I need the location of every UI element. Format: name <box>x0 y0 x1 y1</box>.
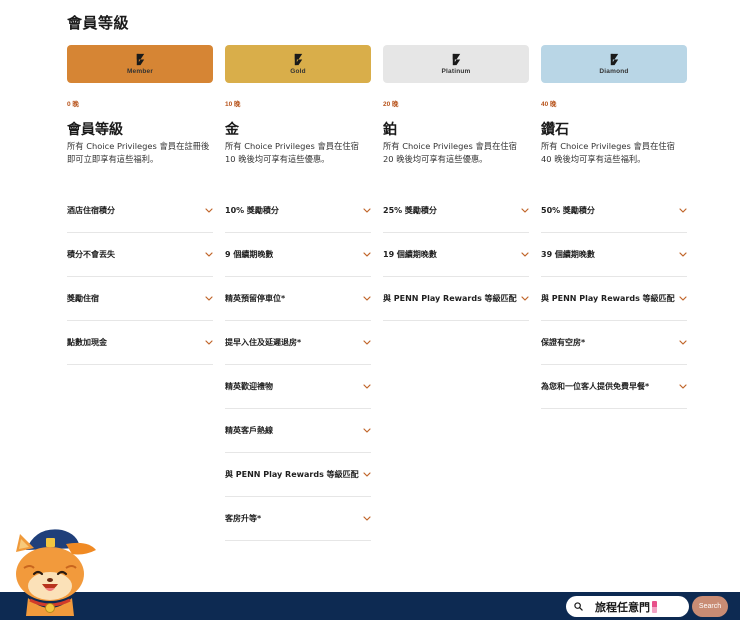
benefit-label: 與 PENN Play Rewards 等級匹配 <box>383 294 517 303</box>
chevron-down-icon <box>679 384 687 389</box>
benefit-accordion-item[interactable]: 與 PENN Play Rewards 等級匹配 <box>383 277 529 321</box>
tier-card-label: Platinum <box>441 68 471 75</box>
chevron-down-icon <box>363 340 371 345</box>
benefit-accordion-item[interactable]: 獎勵住宿 <box>67 277 213 321</box>
benefit-label: 保證有空房* <box>541 338 586 347</box>
benefit-list: 25% 獎勵積分 19 個續期晚數 與 PENN Play Rewards 等級… <box>383 189 529 321</box>
chevron-down-icon <box>205 208 213 213</box>
chevron-down-icon <box>363 428 371 433</box>
benefit-accordion-item[interactable]: 酒店住宿積分 <box>67 189 213 233</box>
benefit-label: 提早入住及延遲退房* <box>225 338 302 347</box>
chevron-down-icon <box>363 516 371 521</box>
benefit-accordion-item[interactable]: 9 個續期晚數 <box>225 233 371 277</box>
benefit-accordion-item[interactable]: 與 PENN Play Rewards 等級匹配 <box>225 453 371 497</box>
chevron-down-icon <box>679 208 687 213</box>
benefit-label: 精英客戶熱線 <box>225 426 273 435</box>
search-button[interactable]: Search <box>692 596 728 617</box>
cat-mascot-icon[interactable] <box>6 520 100 616</box>
benefit-label: 25% 獎勵積分 <box>383 206 437 215</box>
tier-nights: 20 晚 <box>383 101 399 108</box>
tier-card: Platinum <box>383 45 529 83</box>
benefit-label: 酒店住宿積分 <box>67 206 115 215</box>
benefit-accordion-item[interactable]: 精英客戶熱線 <box>225 409 371 453</box>
benefit-accordion-item[interactable]: 25% 獎勵積分 <box>383 189 529 233</box>
benefit-accordion-item[interactable]: 10% 獎勵積分 <box>225 189 371 233</box>
benefit-accordion-item[interactable]: 19 個續期晚數 <box>383 233 529 277</box>
chevron-down-icon <box>205 296 213 301</box>
benefit-label: 精英歡迎禮物 <box>225 382 273 391</box>
benefit-list: 酒店住宿積分 積分不會丟失 獎勵住宿 點數加現金 <box>67 189 213 365</box>
chevron-down-icon <box>363 208 371 213</box>
tier-card: Gold <box>225 45 371 83</box>
search-input[interactable]: 旅程任意門 <box>566 596 689 617</box>
choice-logo-icon <box>294 53 302 66</box>
page-title: 會員等級 <box>67 14 130 32</box>
chevron-down-icon <box>521 252 529 257</box>
chevron-down-icon <box>363 252 371 257</box>
benefit-label: 9 個續期晚數 <box>225 250 274 259</box>
benefit-label: 積分不會丟失 <box>67 250 115 259</box>
benefit-accordion-item[interactable]: 客房升等* <box>225 497 371 541</box>
tier-card: Diamond <box>541 45 687 83</box>
tier-card-label: Gold <box>290 68 306 75</box>
benefit-label: 客房升等* <box>225 514 262 523</box>
benefit-accordion-item[interactable]: 提早入住及延遲退房* <box>225 321 371 365</box>
tier-heading: 會員等級 <box>67 122 123 138</box>
tier-heading: 金 <box>225 122 239 138</box>
chevron-down-icon <box>363 472 371 477</box>
tier-heading: 鉑 <box>383 122 397 138</box>
chevron-down-icon <box>679 340 687 345</box>
tier-heading: 鑽石 <box>541 122 569 138</box>
tier-description: 所有 Choice Privileges 會員在住宿 40 晚後均可享有這些福利… <box>541 141 675 164</box>
benefit-label: 與 PENN Play Rewards 等級匹配 <box>541 294 675 303</box>
tier-nights: 0 晚 <box>67 101 79 108</box>
tier-nights: 10 晚 <box>225 101 241 108</box>
tier-column: Platinum 20 晚 鉑 所有 Choice Privileges 會員在… <box>383 45 529 321</box>
tier-column: Gold 10 晚 金 所有 Choice Privileges 會員在住宿 1… <box>225 45 371 541</box>
search-icon <box>574 602 583 611</box>
benefit-list: 50% 獎勵積分 39 個續期晚數 與 PENN Play Rewards 等級… <box>541 189 687 409</box>
benefit-label: 獎勵住宿 <box>67 294 99 303</box>
choice-logo-icon <box>452 53 460 66</box>
chevron-down-icon <box>363 384 371 389</box>
tier-description: 所有 Choice Privileges 會員在住宿 10 晚後均可享有這些優惠… <box>225 141 359 164</box>
benefit-accordion-item[interactable]: 點數加現金 <box>67 321 213 365</box>
benefit-accordion-item[interactable]: 為您和一位客人提供免費早餐* <box>541 365 687 409</box>
search-text: 旅程任意門 <box>595 600 650 614</box>
benefit-accordion-item[interactable]: 保證有空房* <box>541 321 687 365</box>
tier-column: Diamond 40 晚 鑽石 所有 Choice Privileges 會員在… <box>541 45 687 409</box>
benefit-list: 10% 獎勵積分 9 個續期晚數 精英預留停車位* 提早入住及延遲退房* 精英歡… <box>225 189 371 541</box>
choice-logo-icon <box>610 53 618 66</box>
benefit-accordion-item[interactable]: 精英歡迎禮物 <box>225 365 371 409</box>
chevron-down-icon <box>363 296 371 301</box>
benefit-accordion-item[interactable]: 與 PENN Play Rewards 等級匹配 <box>541 277 687 321</box>
choice-logo-icon <box>136 53 144 66</box>
tier-card: Member <box>67 45 213 83</box>
chevron-down-icon <box>521 208 529 213</box>
flag-icon <box>652 600 657 613</box>
benefit-label: 點數加現金 <box>67 338 107 347</box>
benefit-label: 10% 獎勵積分 <box>225 206 279 215</box>
benefit-label: 50% 獎勵積分 <box>541 206 595 215</box>
tier-nights: 40 晚 <box>541 101 557 108</box>
benefit-label: 為您和一位客人提供免費早餐* <box>541 382 650 391</box>
benefit-accordion-item[interactable]: 精英預留停車位* <box>225 277 371 321</box>
tier-card-label: Member <box>126 68 154 75</box>
chevron-down-icon <box>205 340 213 345</box>
benefit-label: 19 個續期晚數 <box>383 250 437 259</box>
chevron-down-icon <box>521 296 529 301</box>
tier-card-label: Diamond <box>599 68 629 75</box>
benefit-label: 與 PENN Play Rewards 等級匹配 <box>225 470 359 479</box>
benefit-label: 精英預留停車位* <box>225 294 286 303</box>
chevron-down-icon <box>679 252 687 257</box>
tier-description: 所有 Choice Privileges 會員在住宿 20 晚後均可享有這些優惠… <box>383 141 517 164</box>
benefit-accordion-item[interactable]: 積分不會丟失 <box>67 233 213 277</box>
tier-column: Member 0 晚 會員等級 所有 Choice Privileges 會員在… <box>67 45 213 365</box>
chevron-down-icon <box>679 296 687 301</box>
benefit-accordion-item[interactable]: 50% 獎勵積分 <box>541 189 687 233</box>
chevron-down-icon <box>205 252 213 257</box>
tier-description: 所有 Choice Privileges 會員在註冊後即可立即享有這些福利。 <box>67 141 210 164</box>
benefit-accordion-item[interactable]: 39 個續期晚數 <box>541 233 687 277</box>
benefit-label: 39 個續期晚數 <box>541 250 595 259</box>
